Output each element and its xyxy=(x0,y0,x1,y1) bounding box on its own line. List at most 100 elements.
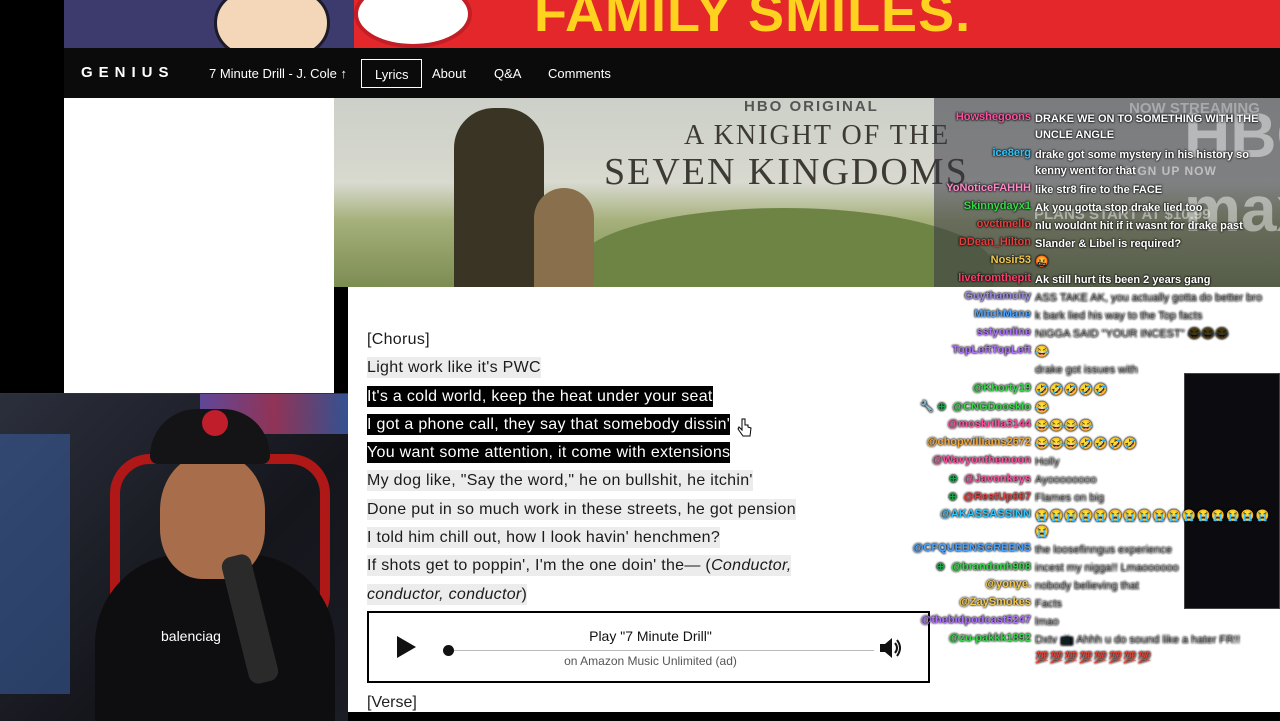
volume-icon[interactable] xyxy=(879,637,901,659)
cursor-icon xyxy=(737,418,753,443)
lyric-text: ) xyxy=(521,585,528,603)
external-arrow-icon: ↑ xyxy=(340,66,348,81)
chat-username-text: @CNGDooskio xyxy=(952,401,1031,413)
chat-text: Ak still hurt its been 2 years gang xyxy=(1035,274,1211,286)
lyric-line-selected[interactable]: I got a phone call, they say that somebo… xyxy=(367,411,887,439)
chat-text: Dxtv 📺 Ahhh u do sound like a hater FR!! xyxy=(1035,634,1241,646)
chat-username: @AKASSASSINN xyxy=(940,508,1031,520)
chat-username-text: @Khorty19 xyxy=(972,382,1031,394)
progress-track[interactable] xyxy=(449,650,874,651)
lyric-line[interactable]: Done put in so much work in these street… xyxy=(367,496,887,524)
chat-username-text: DDean_Hilton xyxy=(958,236,1031,248)
chat-text: Ayoooooooo xyxy=(1035,474,1097,486)
player-subtitle: on Amazon Music Unlimited (ad) xyxy=(564,654,737,668)
chat-text: lmao xyxy=(1035,616,1059,628)
lyric-section-header: [Chorus] xyxy=(367,326,887,354)
chat-text: 🤣🤣🤣🤣🤣 xyxy=(1035,384,1109,396)
lyric-section-header: [Verse] xyxy=(367,694,417,711)
lyric-line[interactable]: My dog like, "Say the word," he on bulls… xyxy=(367,467,887,495)
ad-top-left[interactable] xyxy=(64,0,354,48)
chat-username: Howshegoons xyxy=(956,111,1031,123)
chat-text: nlu wouldnt hit if it wasnt for drake pa… xyxy=(1035,220,1243,232)
chat-username-text: @chopwilliams2672 xyxy=(926,436,1031,448)
chat-username: @Khorty19 xyxy=(973,382,1031,394)
song-title-text: 7 Minute Drill - J. Cole xyxy=(209,66,337,81)
chat-username: sstyonline xyxy=(977,326,1031,338)
lyric-text: [Chorus] xyxy=(367,331,430,348)
song-title[interactable]: 7 Minute Drill - J. Cole ↑ xyxy=(209,66,347,81)
cap-logo-icon xyxy=(202,410,228,436)
chat-username: Nosir53 xyxy=(991,254,1031,266)
chat-username: MitchMane xyxy=(974,308,1031,320)
tab-lyrics[interactable]: Lyrics xyxy=(361,59,423,88)
chat-text: 😂 xyxy=(1035,346,1050,358)
lyric-line-selected[interactable]: You want some attention, it come with ex… xyxy=(367,439,887,467)
player-title: Play "7 Minute Drill" xyxy=(589,628,712,644)
lyric-text-italic: conductor, conductor xyxy=(367,585,522,603)
chat-username: @thebidpodcast5247 xyxy=(921,614,1031,626)
lyric-line[interactable]: If shots get to poppin', I'm the one doi… xyxy=(367,552,887,580)
chat-text: 😂😂😂😂 xyxy=(1035,420,1094,432)
chat-text: 🤬 xyxy=(1035,256,1049,268)
chat-username: ovctimello xyxy=(977,218,1031,230)
chat-username-text: Howshegoons xyxy=(955,111,1031,123)
lyric-text: Light work like it's PWC xyxy=(367,357,541,379)
ad-title-line2: SEVEN KINGDOMS xyxy=(604,151,969,193)
lyric-text: It's a cold world, keep the heat under y… xyxy=(367,385,713,407)
ad-illustration xyxy=(214,0,330,48)
chat-badge-icon: ⊕ xyxy=(948,491,961,503)
chat-text: Facts xyxy=(1035,598,1062,610)
chat-username: ice8erg xyxy=(992,147,1031,159)
shirt-text: balenciag xyxy=(161,628,221,644)
ad-title-line1: A KNIGHT OF THE xyxy=(684,120,951,151)
chat-username-text: ice8erg xyxy=(992,147,1031,159)
tab-comments[interactable]: Comments xyxy=(535,59,624,88)
lyric-line[interactable]: Light work like it's PWC xyxy=(367,354,887,382)
lyric-line-selected[interactable]: It's a cold world, keep the heat under y… xyxy=(367,383,887,411)
lyric-text: My dog like, "Say the word," he on bulls… xyxy=(367,470,753,492)
chat-username: @yonye. xyxy=(985,578,1031,590)
ad-squire-figure xyxy=(534,188,594,287)
amazon-music-player[interactable]: Play "7 Minute Drill" on Amazon Music Un… xyxy=(367,611,930,683)
chat-username: @ZaySmokes xyxy=(959,596,1031,608)
chat-text: 😂 xyxy=(1035,402,1050,414)
ad-hbo-label: HBO ORIGINAL xyxy=(744,98,879,115)
chat-username: @CFQUEENSGREENS xyxy=(913,542,1031,554)
chat-username-text: MitchMane xyxy=(974,308,1031,320)
genius-logo[interactable]: GENIUS xyxy=(81,64,175,81)
lyric-line[interactable]: I told him chill out, how I look havin' … xyxy=(367,524,887,552)
chat-username-text: @moskrilla3144 xyxy=(947,418,1032,430)
chat-text: Ak you gotta stop drake lied too xyxy=(1035,202,1203,214)
chat-username-text: @Wavyonthemoon xyxy=(932,454,1031,466)
tab-about[interactable]: About xyxy=(419,59,479,88)
chat-username-text: livefromthepit xyxy=(958,272,1031,284)
ad-hill xyxy=(574,208,994,287)
ad-top-banner[interactable]: FAMILY SMILES. xyxy=(354,0,1280,48)
ad-logo xyxy=(354,0,472,48)
webcam-overlay: balenciag xyxy=(0,393,348,721)
chat-username: @Wavyonthemoon xyxy=(932,454,1031,466)
chat-badge-icon: ⊕ xyxy=(935,561,949,573)
webcam-background xyxy=(0,434,70,694)
chat-username-text: @Javonkeys xyxy=(964,473,1031,485)
chat-text: drake got issues with xyxy=(1035,364,1138,376)
chat-text: ASS TAKE AK, you actually gotta do bette… xyxy=(1035,292,1263,304)
chat-text: 😭😭😭😭😭😭😭😭😭😭😭😭😭😭😭😭😭 xyxy=(1035,510,1271,538)
chat-badge-icon: 🔧 ⊕ xyxy=(920,401,950,413)
chat-username-text: @thebidpodcast5247 xyxy=(920,614,1031,626)
chat-text: DRAKE WE ON TO SOMETHING WITH THE UNCLE … xyxy=(1035,113,1259,141)
chat-text: k bark lied his way to the Top facts xyxy=(1035,310,1203,322)
chat-username: TopLeftTopLeft xyxy=(952,344,1031,356)
chat-username-text: ovctimello xyxy=(976,218,1031,230)
chat-username-text: @brandonh908 xyxy=(951,561,1031,573)
tab-qa[interactable]: Q&A xyxy=(481,59,534,88)
chat-text: 💯💯💯💯💯💯💯💯 xyxy=(1035,652,1153,664)
left-sidebar-blank xyxy=(64,98,334,393)
chat-text: drake got some mystery in his history so… xyxy=(1035,149,1249,177)
chat-text: nobody believing that xyxy=(1035,580,1139,592)
chat-username-text: Guythamcity xyxy=(964,290,1031,302)
chat-username-text: @CFQUEENSGREENS xyxy=(912,542,1031,554)
lyric-line[interactable]: conductor, conductor) xyxy=(367,581,887,609)
lyric-text: If shots get to poppin', I'm the one doi… xyxy=(367,557,712,575)
chat-username: ⊕ @brandonh908 xyxy=(936,560,1031,573)
